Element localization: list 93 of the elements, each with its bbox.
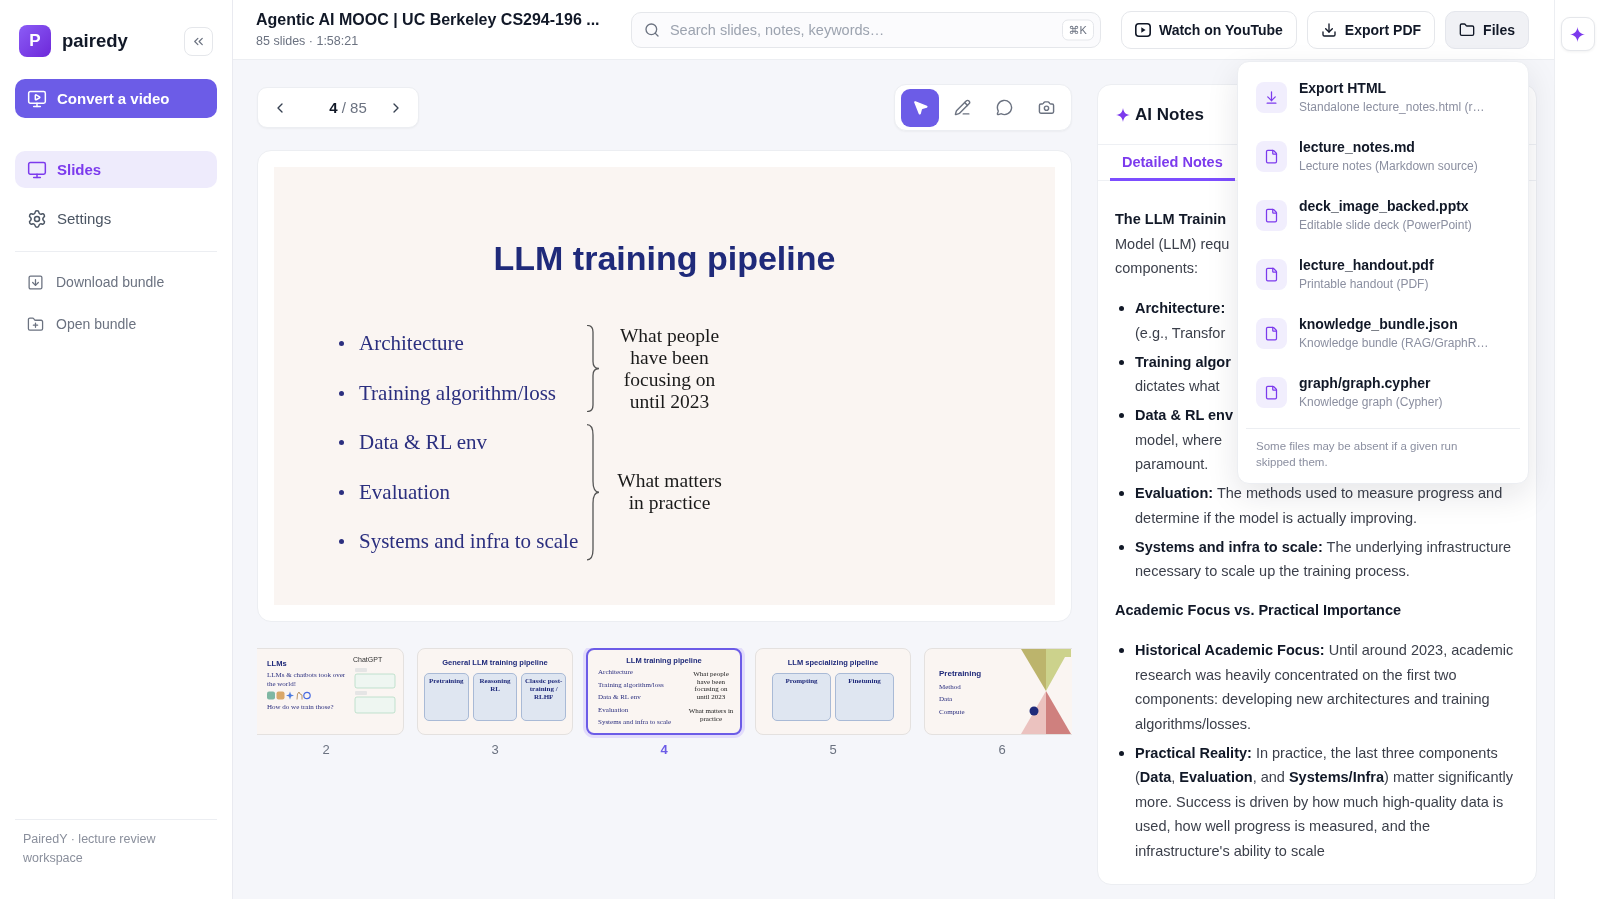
pointer-tool-button[interactable] [901, 88, 939, 127]
slide-number: 6 [998, 742, 1006, 757]
file-icon [1256, 317, 1287, 349]
file-menu-item[interactable]: deck_image_backed.pptx Editable slide deck (PowerPoint) [1238, 185, 1528, 245]
bullet-icon [1119, 306, 1124, 311]
shortcut-hint: ⌘K [1061, 19, 1094, 40]
brand-logo: P [19, 25, 51, 57]
note-text: Systems and infra to scale: The underlying infrastructure necessary to scale up the training process. [1135, 537, 1513, 581]
file-menu-item[interactable]: knowledge_bundle.json Knowledge bundle (RAG/GraphR… [1238, 303, 1528, 363]
page-indicator: 4 / 85 [328, 99, 367, 116]
nav-item[interactable]: Settings [15, 200, 217, 237]
slide-number: 5 [829, 742, 837, 757]
cursor-icon [911, 99, 929, 116]
settings-icon [27, 208, 47, 229]
note-text: dictates what [1135, 377, 1220, 396]
lecture-title: Agentic AI MOOC | UC Berkeley CS294-196 ... [256, 10, 600, 30]
note-text: components: [1115, 259, 1199, 278]
download-icon [1320, 21, 1337, 38]
bullet-text: Architecture [359, 331, 464, 357]
notes-tab[interactable]: Detailed Notes [1110, 145, 1235, 181]
sidebar-action[interactable]: Download bundle [15, 265, 217, 299]
chat-bubbles-drawing [353, 667, 397, 714]
slide-number: 2 [322, 742, 330, 757]
search-icon [643, 21, 660, 38]
file-icon [1256, 258, 1287, 290]
monitor-icon [27, 159, 47, 180]
note-text: Historical Academic Focus: Until around 2023, academic research was heavily concentrated on the first two components: developing new architectures and training algorithms/losses. [1135, 641, 1515, 734]
panel-title: AI Notes [1135, 104, 1204, 125]
bullet-icon [1119, 648, 1124, 653]
note-text: Evaluation: The methods used to measure progress and determine if the model is actually improving. [1135, 484, 1504, 528]
bullet-icon [1119, 544, 1124, 550]
file-icon [1256, 199, 1287, 231]
files-button[interactable]: Files [1445, 10, 1529, 49]
monitor-play-icon [27, 88, 47, 109]
sidebar-action[interactable]: Open bundle [15, 307, 217, 341]
footer-text: PairedY · lecture review workspace [23, 831, 157, 867]
file-icon [1256, 140, 1287, 172]
section-heading: Academic Focus vs. Practical Importance [1115, 601, 1403, 620]
note-text: model, where [1135, 430, 1223, 450]
bullet-icon [339, 341, 344, 347]
convert-video-button[interactable]: Convert a video [15, 79, 217, 118]
bullet-icon [1119, 491, 1124, 496]
note-text: (e.g., Transfor [1135, 323, 1226, 343]
bullet-text: Systems and infra to scale [359, 529, 579, 555]
bullet-icon [339, 539, 344, 545]
note-text: Data & RL env [1135, 406, 1234, 425]
bullet-icon [1119, 413, 1124, 418]
download-icon [1256, 81, 1287, 113]
slide-number: 4 [660, 742, 668, 757]
speech-bubble-icon [995, 99, 1013, 116]
file-icon [1256, 376, 1287, 408]
bullet-icon [1119, 750, 1124, 756]
lecture-meta: 85 slides · 1:58:21 [256, 33, 359, 49]
note-text: Training algor [1135, 352, 1231, 372]
note-text: Architecture: [1135, 299, 1226, 318]
file-menu-item[interactable]: Export HTML Standalone lecture_notes.html (r… [1238, 67, 1528, 127]
sparkle-icon [1116, 107, 1130, 122]
camera-icon [1037, 99, 1055, 116]
note-text: Model (LLM) requ [1115, 234, 1230, 254]
sparkle-icon [1570, 26, 1585, 42]
slide-title: LLM training pipeline [493, 238, 836, 278]
bullet-icon [339, 390, 344, 396]
nav-item[interactable]: Slides [15, 151, 217, 188]
collapse-sidebar-button[interactable] [184, 26, 213, 56]
bullet-text: Evaluation [359, 479, 450, 505]
bullet-icon [1119, 359, 1124, 365]
brace-icon [586, 325, 600, 412]
note-text: Practical Reality: In practice, the last three components (Data, Evaluation, and Systems/Infra) matter significantly more. Success is driven by how much high-quality data is used, how well progress is measured, and the infrastructure's ability to scale [1135, 743, 1514, 861]
brace-label: What matters in practice [617, 470, 722, 515]
bullet-text: Training algorithm/loss [359, 380, 556, 406]
brand-name: pairedy [62, 30, 129, 52]
video-play-icon [1134, 22, 1151, 37]
folder-plus-icon [27, 315, 44, 333]
slide-number: 3 [491, 742, 499, 757]
note-text: The LLM Trainin [1115, 210, 1227, 229]
download-icon [27, 273, 44, 291]
export-pdf-button[interactable]: Export PDF [1306, 10, 1436, 49]
bullet-text: Data & RL env [359, 430, 488, 456]
note-text: paramount. [1135, 455, 1209, 474]
folder-icon [1459, 21, 1476, 38]
file-menu-item[interactable]: graph/graph.cypher Knowledge graph (Cypher) [1238, 362, 1528, 422]
brace-icon [586, 424, 600, 561]
bullet-icon [339, 489, 344, 495]
watch-video-button[interactable]: Watch on YouTube [1120, 10, 1297, 49]
bullet-icon [339, 440, 344, 446]
file-menu-item[interactable]: lecture_notes.md Lecture notes (Markdown source) [1238, 126, 1528, 186]
brace-label: What people have been focusing on until 2023 [618, 324, 721, 413]
app-logos-drawing [267, 691, 311, 700]
pencil-icon [953, 99, 971, 116]
menu-note: Some files may be absent if a given run skipped them. [1255, 438, 1459, 470]
sparkle-button[interactable] [1560, 17, 1595, 51]
file-menu-item[interactable]: lecture_handout.pdf Printable handout (PDF) [1238, 244, 1528, 304]
thumbnail-title: Pretraining [939, 669, 983, 679]
